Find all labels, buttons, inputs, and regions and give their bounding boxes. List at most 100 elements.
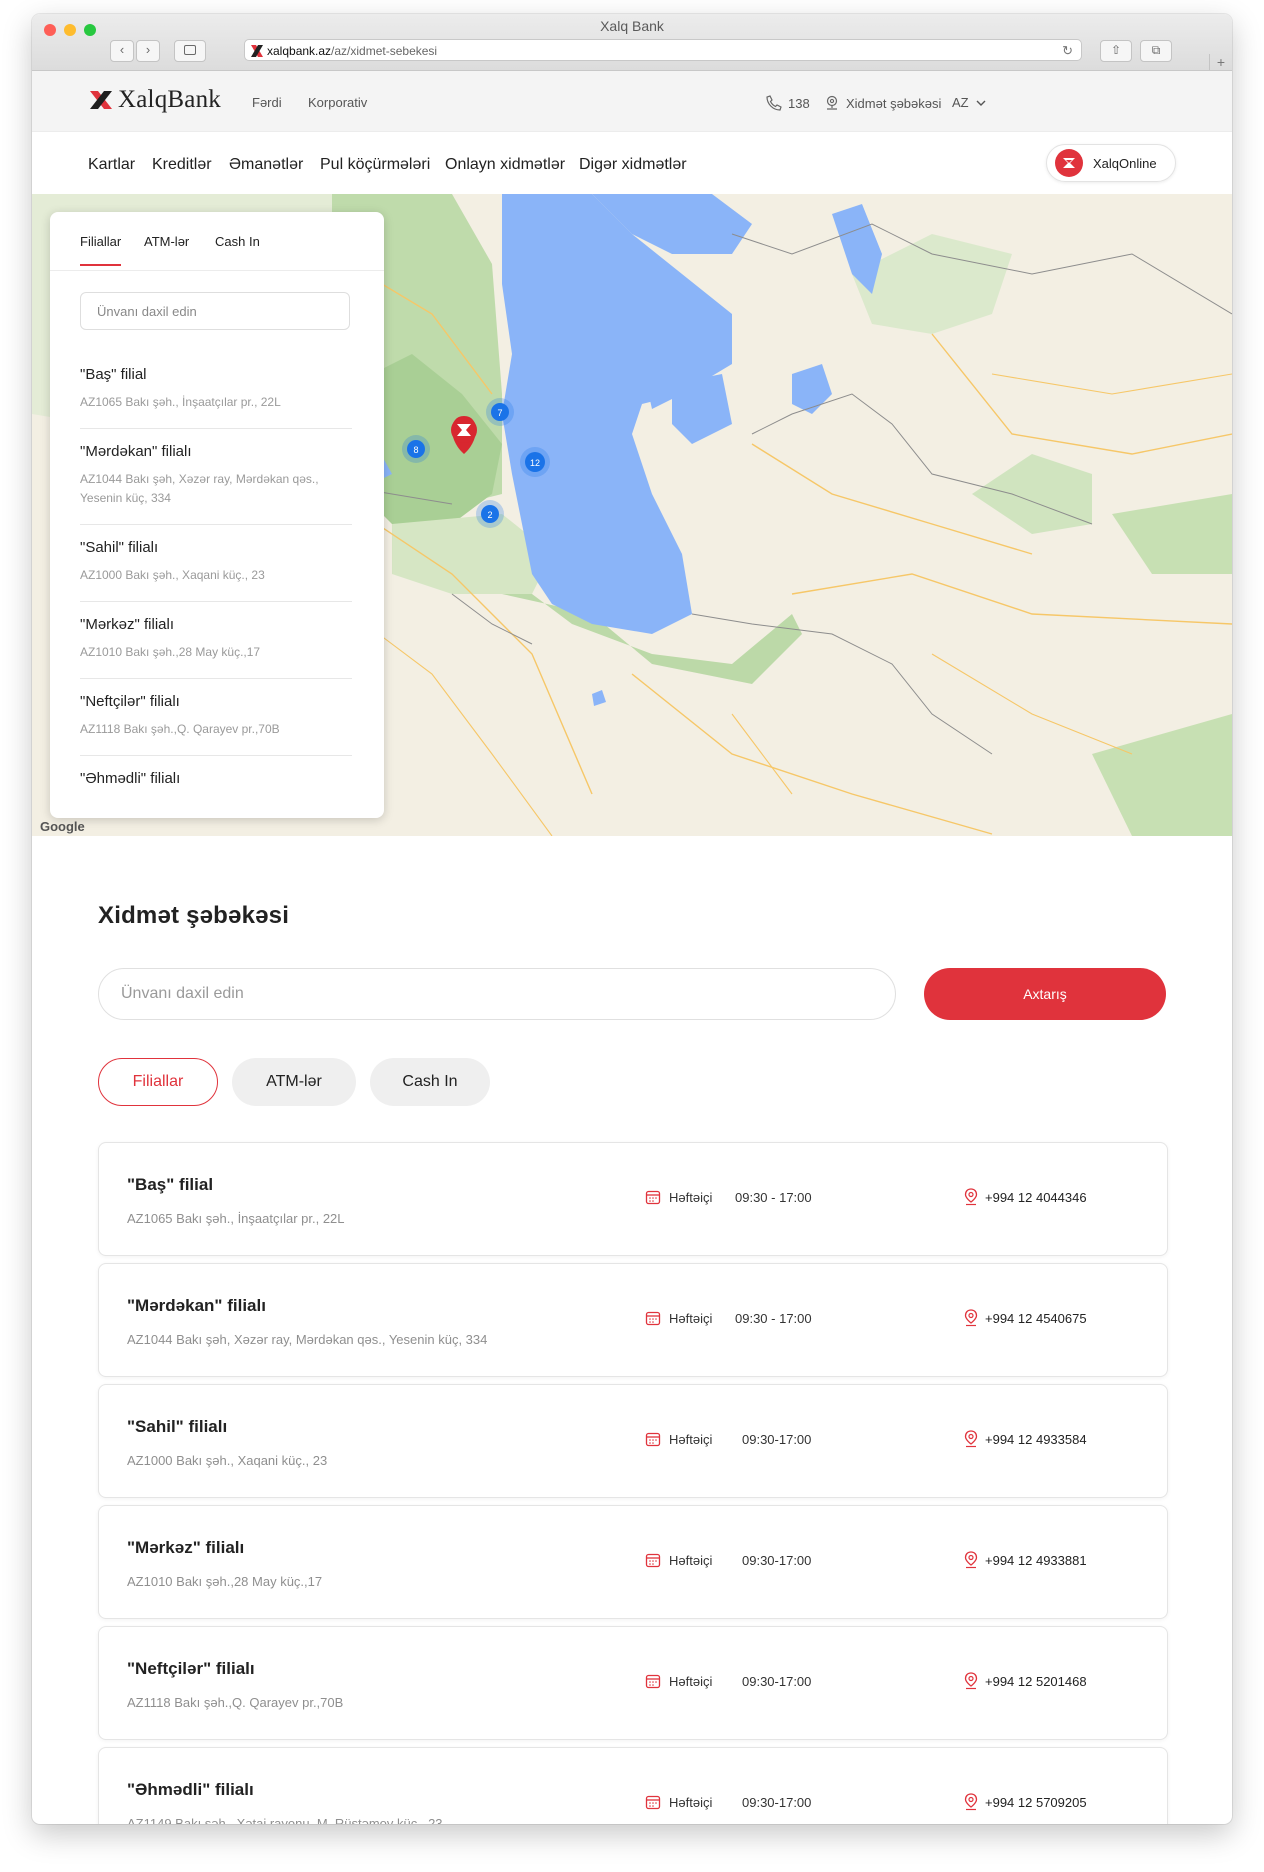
xalqonline-button[interactable]: XalqOnline (1046, 144, 1176, 182)
branch-phone[interactable]: +994 12 5201468 (985, 1674, 1087, 1689)
working-hours: 09:30-17:00 (742, 1432, 812, 1447)
location-pin-icon (964, 1430, 978, 1448)
map-cluster-12[interactable]: 12 (520, 447, 550, 477)
calendar-icon (645, 1674, 661, 1689)
sidebar-toggle-button[interactable] (174, 40, 206, 62)
site-logo[interactable]: XalqBank (90, 86, 221, 114)
branch-phone[interactable]: +994 12 5709205 (985, 1795, 1087, 1810)
nav-link-korporativ[interactable]: Korporativ (308, 95, 367, 110)
branch-card[interactable]: "Mərkəz" filialı AZ1010 Bakı şəh.,28 May… (98, 1505, 1168, 1619)
logo-text: XalqBank (118, 86, 221, 113)
location-pin-icon (964, 1188, 978, 1206)
branch-name: "Əhmədli" filialı (127, 1780, 254, 1799)
window-title: Xalq Bank (600, 18, 664, 34)
branch-address: AZ1010 Bakı şəh.,28 May küç.,17 (127, 1574, 323, 1589)
reload-icon[interactable]: ↻ (1062, 40, 1073, 62)
page-title: Xidmət şəbəkəsi (98, 902, 290, 929)
branch-address: AZ1065 Bakı şəh., İnşaatçılar pr., 22L (80, 395, 281, 409)
working-days: Həftəiçi (669, 1795, 713, 1810)
nav-item-kreditler[interactable]: Kreditlər (152, 156, 212, 174)
list-item[interactable]: "Baş" filial AZ1065 Bakı şəh., İnşaatçıl… (80, 352, 352, 429)
nav-item-pul-kocurmeleri[interactable]: Pul köçürmələri (320, 156, 430, 174)
google-attribution: Google (40, 819, 85, 834)
cluster-count: 12 (530, 458, 540, 468)
branch-card[interactable]: "Baş" filial AZ1065 Bakı şəh., İnşaatçıl… (98, 1142, 1168, 1256)
location-pin-icon (964, 1551, 978, 1569)
working-days: Həftəiçi (669, 1553, 713, 1568)
cluster-count: 8 (413, 445, 418, 455)
nav-item-emanetler[interactable]: Əmanətlər (229, 156, 303, 174)
branch-phone[interactable]: +994 12 4933881 (985, 1553, 1087, 1568)
branch-address: AZ1149 Bakı şəh., Xətai rayonu, M. Rüstə… (127, 1816, 443, 1824)
branch-name: "Mərkəz" filialı (80, 616, 174, 633)
working-hours: 09:30 - 17:00 (735, 1311, 812, 1326)
branch-card[interactable]: "Sahil" filialı AZ1000 Bakı şəh., Xaqani… (98, 1384, 1168, 1498)
address-search-input[interactable]: Ünvanı daxil edin (98, 968, 896, 1020)
branch-name: "Sahil" filialı (127, 1417, 228, 1436)
phone-link[interactable]: 138 (766, 95, 810, 111)
map-view[interactable]: 7 8 12 2 Google Filiallar ATM-lər Cash I… (32, 194, 1232, 836)
nav-item-onlayn-xidmetler[interactable]: Onlayn xidmətlər (445, 156, 565, 174)
working-hours: 09:30-17:00 (742, 1674, 812, 1689)
language-selector[interactable]: AZ (952, 95, 987, 110)
branch-card[interactable]: "Mərdəkan" filialı AZ1044 Bakı şəh, Xəzə… (98, 1263, 1168, 1377)
service-network-link[interactable]: Xidmət şəbəkəsi (824, 95, 941, 111)
xalqonline-logo-icon (1055, 149, 1083, 177)
working-days: Həftəiçi (669, 1674, 713, 1689)
branch-address: AZ1044 Bakı şəh, Xəzər ray, Mərdəkan qəs… (80, 472, 319, 505)
browser-titlebar: Xalq Bank ‹ › xalqbank.az/az/xidmet-sebe… (32, 14, 1232, 71)
filter-chip-atm[interactable]: ATM-lər (232, 1058, 356, 1106)
branch-phone[interactable]: +994 12 4933584 (985, 1432, 1087, 1447)
branch-address: AZ1065 Bakı şəh., İnşaatçılar pr., 22L (127, 1211, 345, 1226)
working-hours: 09:30-17:00 (742, 1795, 812, 1810)
nav-item-kartlar[interactable]: Kartlar (88, 156, 135, 174)
forward-button[interactable]: › (136, 40, 160, 62)
branch-phone[interactable]: +994 12 4044346 (985, 1190, 1087, 1205)
calendar-icon (645, 1553, 661, 1568)
branch-phone[interactable]: +994 12 4540675 (985, 1311, 1087, 1326)
filter-chip-cash-in[interactable]: Cash In (370, 1058, 490, 1106)
branch-name: "Baş" filial (127, 1175, 214, 1194)
working-days: Həftəiçi (669, 1432, 713, 1447)
branch-name: "Mərdəkan" filialı (80, 443, 192, 460)
new-tab-button[interactable]: + (1209, 54, 1232, 70)
search-button[interactable]: Axtarış (924, 968, 1166, 1020)
panel-tab-atm[interactable]: ATM-lər (144, 234, 189, 249)
map-cluster-8[interactable]: 8 (402, 435, 430, 463)
branch-address: AZ1000 Bakı şəh., Xaqani küç., 23 (80, 568, 265, 582)
filter-chip-filiallar[interactable]: Filiallar (98, 1058, 218, 1106)
share-button[interactable]: ⇧ (1100, 40, 1132, 62)
tabs-overview-button[interactable]: ⧉ (1140, 40, 1172, 62)
panel-search-input[interactable]: Ünvanı daxil edin (80, 292, 350, 330)
list-item[interactable]: "Mərdəkan" filialı AZ1044 Bakı şəh, Xəzə… (80, 429, 352, 525)
location-pin-icon (964, 1793, 978, 1811)
map-cluster-2[interactable]: 2 (476, 500, 504, 528)
branch-address: AZ1118 Bakı şəh.,Q. Qarayev pr.,70B (80, 722, 280, 736)
list-item[interactable]: "Neftçilər" filialı AZ1118 Bakı şəh.,Q. … (80, 679, 352, 756)
calendar-icon (645, 1311, 661, 1326)
back-button[interactable]: ‹ (110, 40, 134, 62)
branch-name: "Sahil" filialı (80, 539, 159, 556)
list-item[interactable]: "Sahil" filialı AZ1000 Bakı şəh., Xaqani… (80, 525, 352, 602)
branch-card[interactable]: "Neftçilər" filialı AZ1118 Bakı şəh.,Q. … (98, 1626, 1168, 1740)
browser-window: Xalq Bank ‹ › xalqbank.az/az/xidmet-sebe… (32, 14, 1232, 1824)
working-hours: 09:30-17:00 (742, 1553, 812, 1568)
panel-branch-list: "Baş" filial AZ1065 Bakı şəh., İnşaatçıl… (80, 352, 352, 813)
cluster-count: 7 (497, 408, 502, 418)
panel-tab-filiallar[interactable]: Filiallar (80, 234, 122, 266)
address-bar[interactable]: xalqbank.az/az/xidmet-sebekesi ↻ (244, 39, 1082, 61)
list-item[interactable]: "Mərkəz" filialı AZ1010 Bakı şəh.,28 May… (80, 602, 352, 679)
branch-card[interactable]: "Əhmədli" filialı AZ1149 Bakı şəh., Xəta… (98, 1747, 1168, 1824)
nav-item-diger-xidmetler[interactable]: Digər xidmətlər (579, 156, 687, 174)
panel-tab-cash-in[interactable]: Cash In (215, 234, 260, 249)
favicon-icon (251, 45, 263, 57)
branch-name: "Əhmədli" filialı (80, 770, 181, 787)
list-item[interactable]: "Əhmədli" filialı (80, 756, 352, 813)
nav-link-ferdi[interactable]: Fərdi (252, 95, 282, 110)
main-navigation: Kartlar Kreditlər Əmanətlər Pul köçürməl… (32, 132, 1232, 197)
panel-tabs: Filiallar ATM-lər Cash In (50, 212, 384, 271)
map-cluster-7[interactable]: 7 (486, 398, 514, 426)
location-pin-icon (964, 1309, 978, 1327)
working-days: Həftəiçi (669, 1190, 713, 1205)
location-pin-icon (964, 1672, 978, 1690)
